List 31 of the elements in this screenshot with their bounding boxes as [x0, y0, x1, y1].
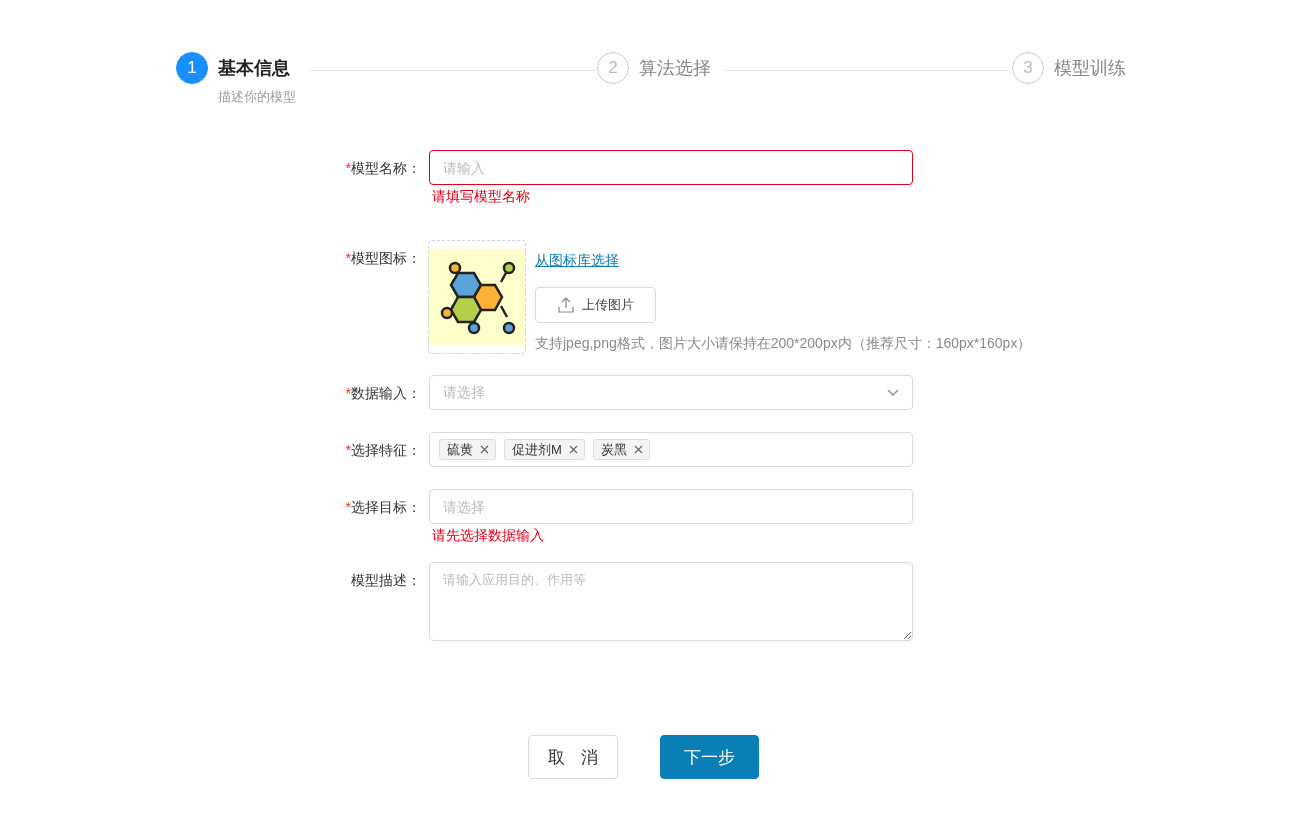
cancel-button[interactable]: 取 消	[528, 735, 618, 779]
field-label: *选择特征：	[344, 441, 421, 460]
error-message: 请填写模型名称	[432, 188, 531, 204]
feature-tag: 炭黑	[592, 439, 650, 460]
upload-hint: 支持jpeg,png格式，图片大小请保持在200*200px内（推荐尺寸：160px*160px）	[535, 335, 1032, 353]
feature-tag: 硫黄	[439, 439, 496, 460]
field-label: *模型图标：	[344, 249, 421, 268]
field-label: *数据输入：	[344, 384, 421, 403]
icon-library-link[interactable]: 从图标库选择	[535, 252, 619, 270]
step-title: 模型训练	[1054, 57, 1126, 80]
upload-button[interactable]: 上传图片	[535, 287, 656, 323]
step-number: 1	[176, 52, 208, 84]
description-field[interactable]: 请输入应用目的、作用等	[429, 562, 913, 641]
icon-upload-area[interactable]	[428, 240, 526, 354]
step-title: 基本信息	[218, 57, 290, 80]
molecule-icon	[429, 249, 525, 345]
field-label: *选择目标：	[344, 498, 421, 517]
text-field[interactable]: 请输入	[429, 150, 913, 185]
field-label: *模型名称：	[344, 159, 421, 178]
step-title: 算法选择	[639, 57, 711, 80]
upload-icon	[557, 297, 574, 313]
multi-select-field[interactable]: 硫黄 促进剂M 炭黑	[429, 432, 913, 467]
next-button[interactable]: 下一步	[660, 735, 759, 779]
field-label: 模型描述：	[350, 571, 421, 590]
chevron-down-icon	[887, 388, 899, 397]
step-description: 描述你的模型	[218, 88, 296, 106]
close-icon[interactable]	[480, 445, 489, 454]
feature-tag: 促进剂M	[504, 439, 585, 460]
close-icon[interactable]	[568, 445, 578, 454]
error-message: 请先选择数据输入	[432, 527, 545, 543]
close-icon[interactable]	[633, 445, 643, 454]
